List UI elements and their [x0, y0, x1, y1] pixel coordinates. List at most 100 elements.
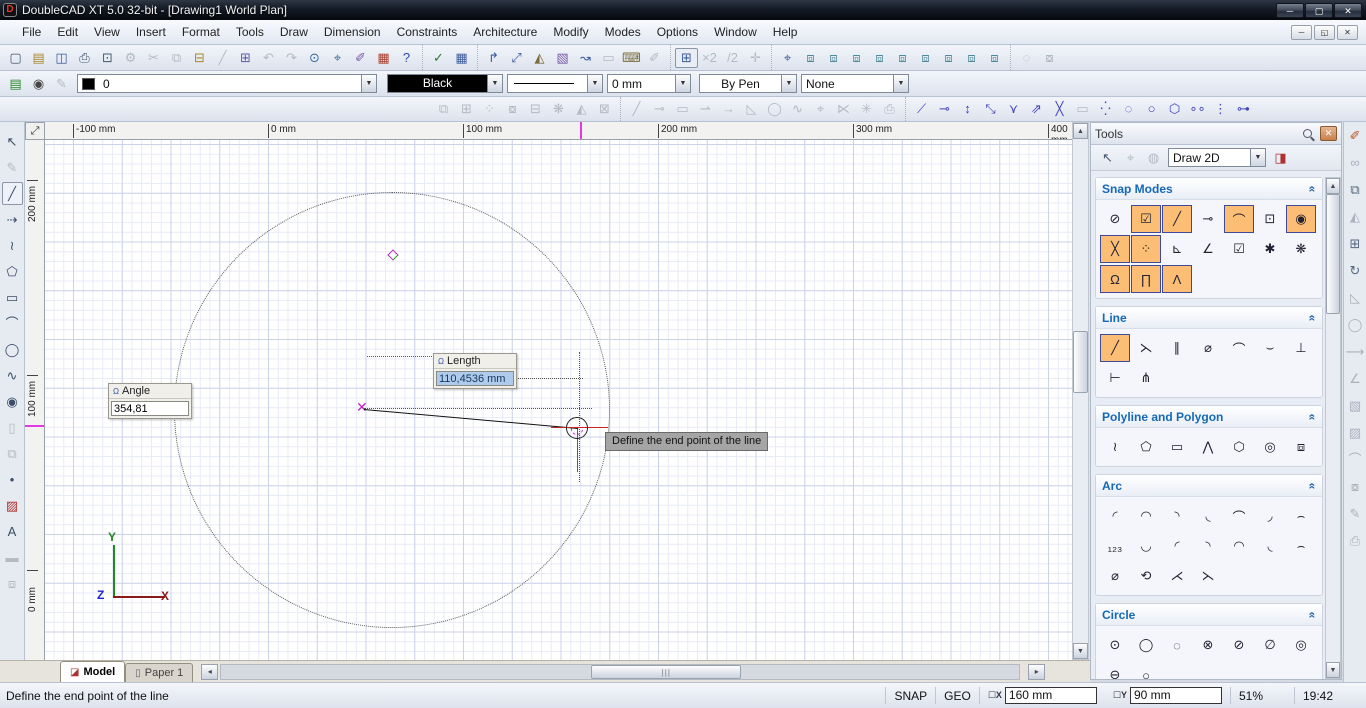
pin-magnifier-icon[interactable] [1303, 129, 1312, 138]
ellipse-icon[interactable]: ◉ [2, 390, 23, 413]
circle-center-point-icon[interactable]: ⊙ [1101, 632, 1129, 658]
paste-icon[interactable]: ⊟ [188, 48, 211, 68]
canvas-vertical-scrollbar[interactable]: ▲ ▼ [1072, 122, 1089, 660]
tab-paper-1[interactable]: ▯ Paper 1 [125, 663, 193, 683]
view-left-icon[interactable]: ⧈ [868, 48, 891, 68]
irregular-polygon-icon[interactable]: ⋀ [1194, 434, 1222, 460]
line-perpendicular-from-icon[interactable]: ⊢ [1101, 365, 1129, 391]
circle-double-point-icon[interactable]: ◯ [1132, 632, 1160, 658]
view-iso-se-icon[interactable]: ⧈ [960, 48, 983, 68]
line-tangent-arc-icon[interactable]: ⌒ [1225, 335, 1253, 361]
drawing-canvas[interactable]: ✕ + ΩAngle 354,81 ΩLength 110,4536 mm De… [45, 140, 1072, 660]
scroll-up-button[interactable]: ▲ [1073, 123, 1088, 139]
inscribed-square-icon[interactable]: ⧈ [1287, 434, 1315, 460]
line-tangent-two-arcs-icon[interactable]: ⌣ [1256, 335, 1284, 361]
menu-item-format[interactable]: Format [174, 21, 228, 43]
arc-tan-line-icon[interactable]: ◝ [1194, 533, 1222, 559]
circle-tan-point-icon[interactable]: ∅ [1256, 632, 1284, 658]
help-icon[interactable]: ? [395, 48, 418, 68]
edit-branch-icon[interactable]: ⇗ [1025, 99, 1048, 119]
open-icon[interactable]: ▤ [27, 48, 50, 68]
line-single-icon[interactable]: ╱ [1101, 335, 1129, 361]
circle-icon[interactable]: ◯ [2, 338, 23, 361]
polygon-icon[interactable]: ⬠ [1132, 434, 1160, 460]
render-image-icon[interactable]: ▧ [551, 48, 574, 68]
construction-line-icon[interactable]: ⇢ [2, 208, 23, 231]
dropdown-arrow-icon[interactable]: ▼ [781, 75, 796, 92]
hatch-icon[interactable]: ▨ [2, 494, 23, 517]
dropdown-arrow-icon[interactable]: ▼ [361, 75, 376, 92]
pen-color-combo[interactable]: Black ▼ [387, 74, 503, 93]
dropdown-arrow-icon[interactable]: ▼ [487, 75, 502, 92]
minimize-button[interactable]: ─ [1276, 3, 1304, 18]
dropdown-arrow-icon[interactable]: ▼ [1250, 149, 1265, 166]
mdi-close-button[interactable]: ✕ [1337, 25, 1358, 40]
arc-triple-point-icon[interactable]: ◟ [1194, 503, 1222, 529]
multi-node-icon[interactable]: ⁛ [1094, 99, 1117, 119]
spell-check-icon[interactable]: ✓ [427, 48, 450, 68]
circle-elliptical-icon[interactable]: ⊖ [1101, 662, 1129, 680]
lock-icon[interactable]: Ω [113, 387, 119, 396]
collapse-icon[interactable]: « [1306, 482, 1320, 489]
close-button[interactable]: ✕ [1334, 3, 1362, 18]
line-perpendicular-arc-icon[interactable]: ⊥ [1287, 335, 1315, 361]
view-right-icon[interactable]: ⧈ [891, 48, 914, 68]
copy-icon[interactable]: ⧉ [1345, 180, 1365, 200]
line-style-combo[interactable]: ▼ [507, 74, 603, 93]
paste-special-icon[interactable]: ⊞ [234, 48, 257, 68]
line-tool-icon[interactable]: ╱ [2, 182, 23, 205]
coordinate-system-icon[interactable]: ↱ [482, 48, 505, 68]
grid-check-icon[interactable]: ▦ [450, 48, 473, 68]
circle-triple-point-icon[interactable]: ◌ [1163, 632, 1191, 658]
panel-scrollbar[interactable]: ▲ ▼ [1325, 177, 1341, 679]
zoom-window-icon[interactable]: ⌖ [326, 48, 349, 68]
customize-icon[interactable]: ✐ [349, 48, 372, 68]
y-coordinate-input[interactable]: 90 mm [1130, 687, 1222, 704]
polyline-icon[interactable]: ≀ [2, 234, 23, 257]
menu-item-constraints[interactable]: Constraints [389, 21, 466, 43]
dropdown-arrow-icon[interactable]: ▼ [587, 75, 602, 92]
arc-icon[interactable]: ⌒ [2, 312, 23, 335]
view-iso-sw-icon[interactable]: ⧈ [983, 48, 1006, 68]
scroll-down-button[interactable]: ▼ [1326, 662, 1340, 678]
edit-line-icon[interactable]: ⟋ [910, 99, 933, 119]
horizontal-scroll-thumb[interactable]: ||| [591, 665, 741, 679]
snap-grid-icon[interactable]: ⁘ [1132, 236, 1160, 262]
arc-rotated-icon[interactable]: ◟ [1256, 533, 1284, 559]
print-preview-icon[interactable]: ⊡ [96, 48, 119, 68]
snap-magnetic-icon[interactable]: Ω [1101, 266, 1129, 292]
snap-toggle[interactable]: SNAP [885, 687, 935, 705]
scroll-down-button[interactable]: ▼ [1073, 643, 1088, 659]
protractor-icon[interactable]: ◭ [528, 48, 551, 68]
no-snap-icon[interactable]: ⊘ [1101, 206, 1129, 232]
line-tangent-circle-icon[interactable]: ⌀ [1194, 335, 1222, 361]
visibility-eye-icon[interactable]: ◉ [27, 74, 50, 94]
view-front-icon[interactable]: ⧈ [822, 48, 845, 68]
circle-concentric-icon[interactable]: ◎ [1287, 632, 1315, 658]
dropdown-arrow-icon[interactable]: ▼ [675, 75, 690, 92]
calculator-icon[interactable]: ▦ [372, 48, 395, 68]
snap-arc-center-icon[interactable]: ⌒ [1225, 206, 1253, 232]
snap-nearest-icon[interactable]: ╱ [1163, 206, 1191, 232]
node-end-icon[interactable]: ⊶ [1232, 99, 1255, 119]
keyboard-entry-icon[interactable]: ⌨ [620, 48, 643, 68]
ruler-corner[interactable]: ⤢ [25, 122, 45, 140]
select-arrow-icon[interactable]: ↖ [2, 130, 23, 153]
panel-scroll-thumb[interactable] [1326, 194, 1340, 314]
line-parallel-icon[interactable]: ∥ [1163, 335, 1191, 361]
pattern-pen-combo[interactable]: By Pen ▼ [699, 74, 797, 93]
menu-item-tools[interactable]: Tools [228, 21, 272, 43]
collapse-icon[interactable]: « [1306, 185, 1320, 192]
print-icon[interactable]: ⎙ [73, 48, 96, 68]
view-top-icon[interactable]: ⧈ [799, 48, 822, 68]
point-icon[interactable]: • [2, 468, 23, 491]
rotate-icon[interactable]: ↻ [1345, 261, 1365, 281]
node-column-icon[interactable]: ⋮ [1209, 99, 1232, 119]
menu-item-view[interactable]: View [86, 21, 128, 43]
lock-icon[interactable]: Ω [438, 357, 444, 366]
snap-quadrant-icon[interactable]: ⊡ [1256, 206, 1284, 232]
polygon-icon[interactable]: ⬠ [2, 260, 23, 283]
arc-double-point-icon[interactable]: ◝ [1163, 503, 1191, 529]
angle-reference-icon[interactable]: ⤢ [505, 48, 528, 68]
edit-diagonal-icon[interactable]: ⤡ [979, 99, 1002, 119]
